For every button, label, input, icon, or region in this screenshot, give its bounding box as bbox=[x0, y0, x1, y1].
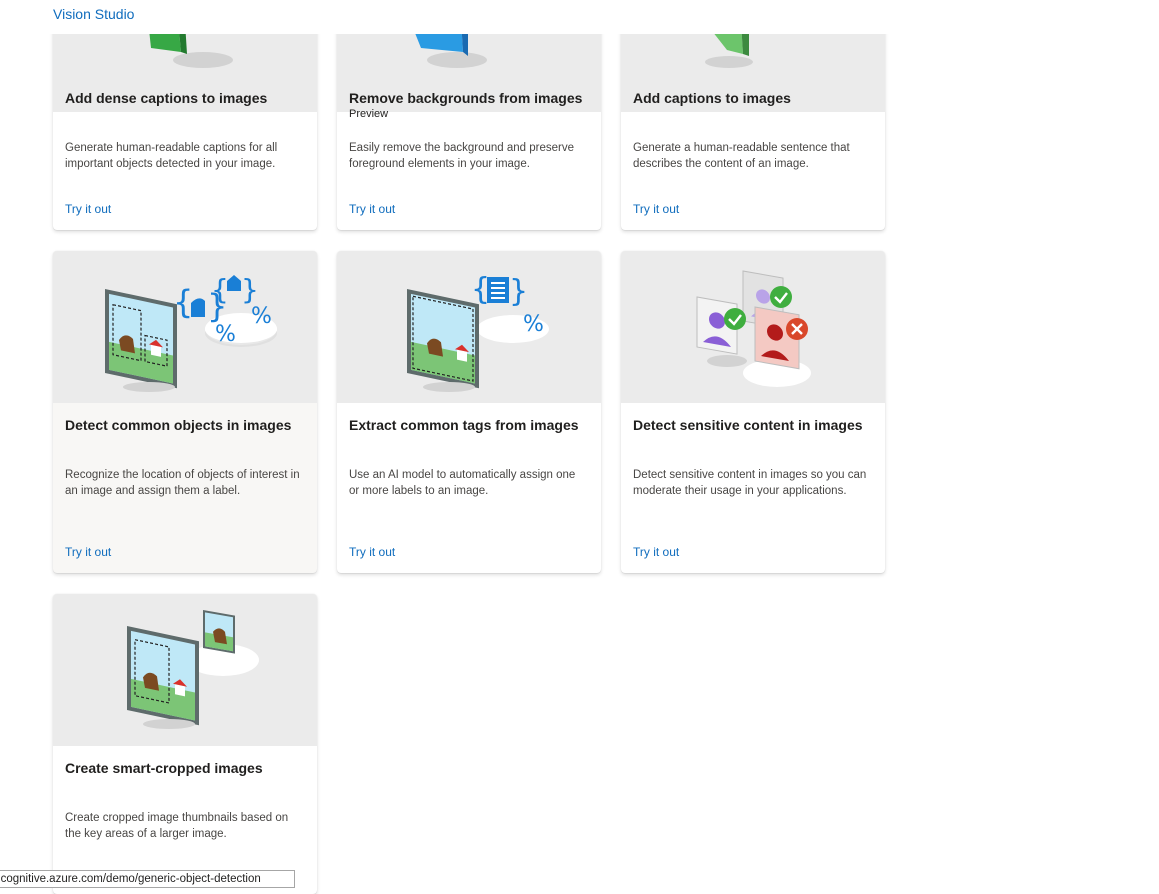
card-remove-background[interactable]: Remove backgrounds from images Preview E… bbox=[337, 0, 601, 230]
preview-badge: Preview bbox=[349, 108, 389, 120]
card-description: Recognize the location of objects of int… bbox=[65, 469, 300, 497]
try-it-out-link[interactable]: Try it out bbox=[349, 545, 395, 559]
card-extract-tags[interactable]: { } % Extract common tags from images Us… bbox=[337, 251, 601, 573]
card-image bbox=[621, 251, 885, 403]
card-description: Easily remove the background and preserv… bbox=[349, 142, 575, 170]
tags-icon: { } % bbox=[407, 272, 549, 392]
svg-text:{: { bbox=[211, 273, 229, 306]
status-url: n.cognitive.azure.com/demo/generic-objec… bbox=[0, 873, 261, 885]
card-title: Remove backgrounds from images bbox=[349, 90, 583, 106]
try-it-out-link[interactable]: Try it out bbox=[349, 202, 395, 216]
sensitive-content-icon bbox=[696, 270, 811, 387]
svg-text:}: } bbox=[241, 273, 259, 306]
card-title: Extract common tags from images bbox=[349, 417, 579, 433]
card-image: { } % bbox=[337, 251, 601, 403]
card-title: Detect common objects in images bbox=[65, 417, 292, 433]
status-url-bar: n.cognitive.azure.com/demo/generic-objec… bbox=[0, 870, 295, 888]
svg-text:}: } bbox=[509, 274, 528, 309]
card-smart-crop[interactable]: Create smart-cropped images Create cropp… bbox=[53, 594, 317, 894]
smart-crop-icon bbox=[127, 610, 259, 729]
svg-text:%: % bbox=[251, 304, 272, 329]
card-sensitive-content[interactable]: Detect sensitive content in images Detec… bbox=[621, 251, 885, 573]
card-title: Add dense captions to images bbox=[65, 90, 268, 106]
svg-text:%: % bbox=[523, 312, 544, 337]
card-description: Generate a human-readable sentence that … bbox=[633, 142, 850, 170]
try-it-out-link[interactable]: Try it out bbox=[633, 202, 679, 216]
card-description: Generate human-readable captions for all… bbox=[65, 142, 278, 170]
card-title: Add captions to images bbox=[633, 90, 791, 106]
svg-text:{: { bbox=[173, 283, 193, 321]
try-it-out-link[interactable]: Try it out bbox=[633, 545, 679, 559]
object-detection-icon: { } % { } % bbox=[105, 273, 277, 392]
card-image bbox=[53, 594, 317, 746]
app-title-link[interactable]: Vision Studio bbox=[53, 6, 134, 22]
card-detect-objects[interactable]: { } % { } % Detect common objects in ima… bbox=[53, 251, 317, 573]
card-dense-captions[interactable]: Add dense captions to images Generate hu… bbox=[53, 0, 317, 230]
card-description: Detect sensitive content in images so yo… bbox=[633, 469, 867, 497]
card-image: { } % { } % bbox=[53, 251, 317, 403]
svg-text:%: % bbox=[215, 322, 236, 347]
try-it-out-link[interactable]: Try it out bbox=[65, 545, 111, 559]
card-description: Use an AI model to automatically assign … bbox=[349, 469, 576, 497]
card-captions[interactable]: Add captions to images Generate a human-… bbox=[621, 0, 885, 230]
card-description: Create cropped image thumbnails based on… bbox=[65, 812, 289, 840]
card-title: Detect sensitive content in images bbox=[633, 417, 863, 433]
top-bar: Vision Studio bbox=[0, 0, 1159, 34]
card-title: Create smart-cropped images bbox=[65, 760, 263, 776]
try-it-out-link[interactable]: Try it out bbox=[65, 202, 111, 216]
